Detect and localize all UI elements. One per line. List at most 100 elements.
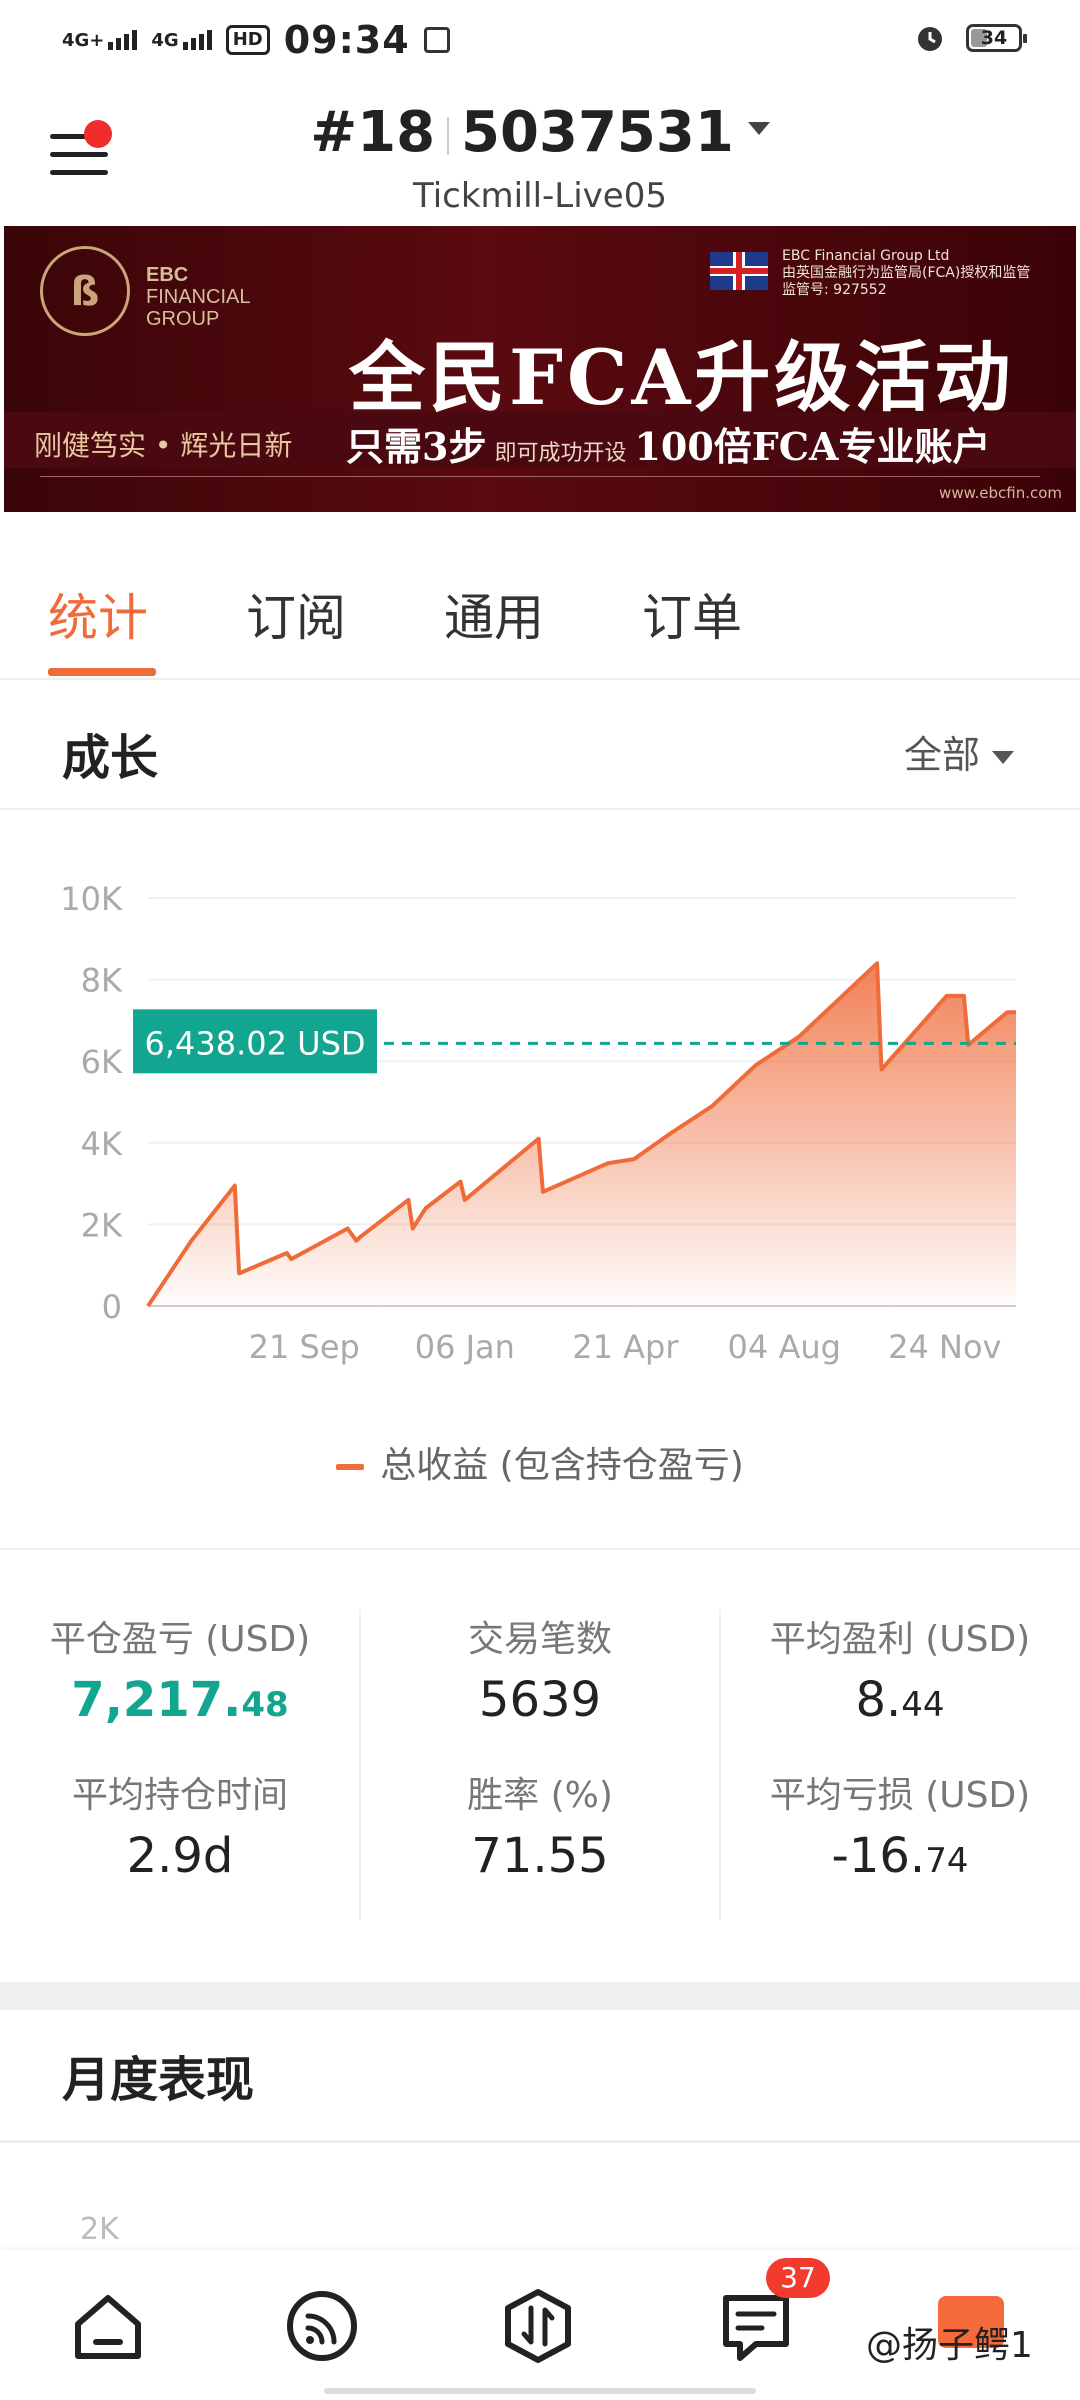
tab-subscribe[interactable]: 订阅 [246,578,346,650]
promo-banner[interactable]: ß EBC FINANCIAL GROUP EBC Financial Grou… [4,226,1076,512]
stat-separator-2 [719,1610,721,1920]
status-bar: 4G+ 4G HD 09:34 34 [0,0,1080,80]
battery-icon: 34 [966,24,1027,52]
banner-headline: 全民FCA升级活动 [349,333,1015,422]
current-value-label: 6,438.02 USD [144,1024,365,1062]
account-prefix: #18 [310,100,436,165]
growth-header: 成长 全部 [0,680,1080,811]
reg-line-3: 监管号: 927552 [782,282,887,298]
x-tick-label: 21 Apr [572,1328,679,1366]
banner-rule [40,476,1040,477]
sub-small: 即可成功开设 [494,441,627,466]
banner-subline: 只需3步 即可成功开设 100倍FCA专业账户 [346,416,991,471]
network-label-1: 4G+ [62,30,105,51]
home-icon[interactable] [68,2286,148,2366]
stat-avg-profit: 平均盈利 (USD) 8.44 [720,1610,1080,1728]
logo-line-2: FINANCIAL [146,286,251,308]
y-tick-label: 8K [81,962,123,1000]
growth-filter-dropdown[interactable]: 全部 [904,724,1014,779]
legend-label: 总收益 (包含持仓盈亏) [380,1445,744,1486]
messages-icon[interactable] [716,2286,796,2366]
chart-legend: 总收益 (包含持仓盈亏) [0,1436,1080,1488]
banner-url: www.ebcfin.com [939,484,1062,502]
x-tick-label: 24 Nov [888,1328,1001,1366]
tab-general[interactable]: 通用 [444,578,544,650]
avg-loss-label: 平均亏损 (USD) [769,1775,1031,1816]
y-tick-label: 4K [81,1125,123,1163]
legend-swatch [336,1464,365,1470]
banner-slogan: 刚健笃实 • 辉光日新 [34,429,293,462]
signal-icon [108,30,138,50]
stat-avg-loss: 平均亏损 (USD) -16.74 [720,1766,1080,1884]
battery-level: 34 [980,27,1008,49]
security-icon [423,27,450,53]
x-tick-label: 06 Jan [415,1328,515,1366]
status-left: 4G+ 4G HD 09:34 [62,18,450,62]
ebc-logo-icon: ß [40,246,130,336]
section-gap [0,1982,1080,2010]
status-right: 34 [914,22,1027,54]
stat-separator-1 [359,1610,361,1920]
chevron-down-icon [992,751,1014,764]
account-number: 5037531 [461,100,734,165]
signal-icon-2 [182,30,212,50]
trades-label: 交易笔数 [467,1619,612,1660]
avg-loss-int: -16. [831,1828,926,1884]
x-tick-label: 04 Aug [728,1328,841,1366]
x-tick-label: 21 Sep [249,1328,360,1366]
stat-trades: 交易笔数 5639 [360,1610,720,1728]
messages-badge: 37 [766,2258,830,2298]
logo-line-1: EBC [146,264,189,286]
reg-line-2: 由英国金融行为监管局(FCA)授权和监管 [782,265,1031,281]
closed-pl-value: 7,217.48 [0,1672,360,1728]
section-divider [0,1548,1080,1550]
hd-icon: HD [225,25,270,55]
gesture-bar [324,2388,756,2394]
sub-main: 只需3步 [346,424,487,469]
clock: 09:34 [283,18,410,62]
regulation-info: EBC Financial Group Ltd 由英国金融行为监管局(FCA)授… [782,248,1030,299]
account-selector[interactable]: #18 5037531 [0,100,1080,165]
tab-statistics[interactable]: 统计 [48,578,148,650]
avg-hold-value: 2.9d [126,1828,234,1884]
logo-line-3: GROUP [146,308,220,330]
stat-win-rate: 胜率 (%) 71.55 [360,1766,720,1884]
network-4g: 4G [151,30,212,51]
growth-chart-area: 10K 8K 6K 4K 2K 0 6,438.02 USD 21 Sep 06 Jan 21… [0,810,1080,1550]
server-name: Tickmill-Live05 [413,176,667,216]
monthly-title: 月度表现 [62,2052,255,2108]
avg-profit-int: 8. [855,1672,902,1728]
win-rate-label: 胜率 (%) [467,1775,613,1816]
avg-hold-label: 平均持仓时间 [71,1775,288,1816]
network-label-2: 4G [151,30,179,51]
avg-profit-dec: 44 [901,1685,945,1725]
win-rate-value: 71.55 [471,1828,609,1884]
y-tick-label: 0 [102,1288,122,1326]
trade-icon[interactable] [498,2286,578,2366]
account-separator [447,116,450,155]
trades-value: 5639 [478,1672,602,1728]
active-tab-indicator [48,668,156,676]
watermark: @扬子鳄1 [866,2325,1033,2366]
app-header: #18 5037531 Tickmill-Live05 [0,80,1080,225]
monthly-divider [0,2140,1080,2143]
avg-profit-label: 平均盈利 (USD) [769,1619,1031,1660]
reg-line-1: EBC Financial Group Ltd [782,248,950,264]
stat-avg-hold: 平均持仓时间 2.9d [0,1766,360,1884]
feed-icon[interactable] [282,2286,362,2366]
stat-closed-pl: 平仓盈亏 (USD) 7,217.48 [0,1610,360,1728]
growth-filter-label: 全部 [903,733,980,777]
y-tick-label: 10K [60,880,123,918]
network-4gplus: 4G+ [62,30,138,51]
tab-bar: 统计 订阅 通用 订单 [0,512,1080,681]
y-tick-label: 6K [81,1043,123,1081]
tab-orders[interactable]: 订单 [642,578,742,650]
monthly-y-tick: 2K [80,2212,119,2247]
alarm-icon [918,27,942,51]
uk-flag-icon [710,252,768,290]
growth-chart[interactable]: 10K 8K 6K 4K 2K 0 6,438.02 USD 21 Sep 06 Jan 21… [0,810,1080,1430]
avg-loss-dec: 74 [925,1841,969,1881]
sub-end: 100倍FCA专业账户 [634,424,991,469]
chevron-down-icon [747,122,770,136]
y-tick-label: 2K [81,1206,123,1244]
